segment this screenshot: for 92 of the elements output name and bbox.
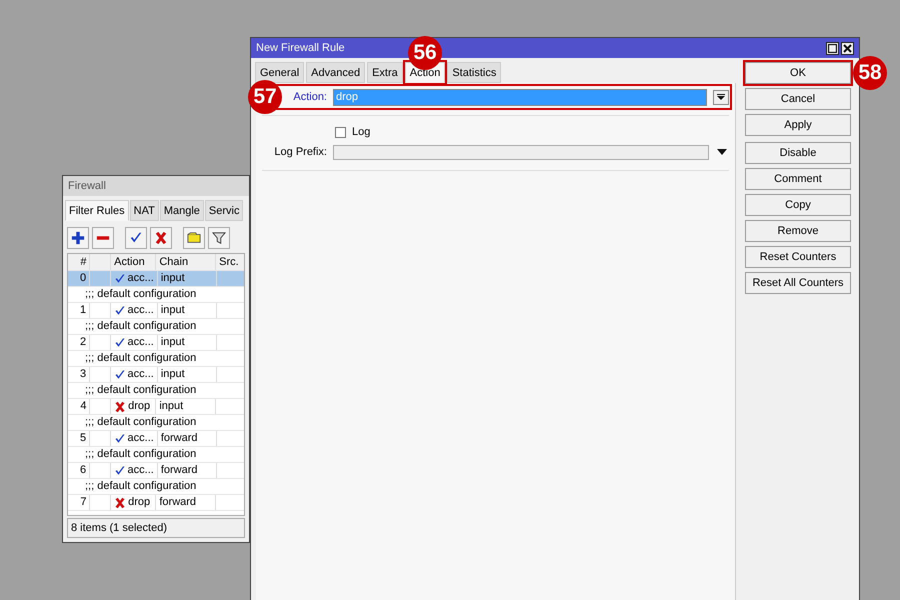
table-cell: forward (158, 463, 217, 478)
table-cell: drop (128, 495, 150, 510)
comment-row: ;;; default configuration (68, 319, 244, 335)
dialog-button[interactable]: Cancel (745, 88, 851, 110)
column-header[interactable]: Chain (156, 254, 216, 270)
checkmark-icon (114, 304, 126, 316)
table-cell: acc... (128, 431, 154, 446)
table-cell: 6 (68, 463, 90, 478)
tab[interactable]: General (255, 62, 304, 83)
table-cell: 0 (68, 271, 90, 286)
cross-icon (114, 496, 126, 508)
column-header[interactable]: # (68, 254, 90, 270)
checkmark-icon (114, 432, 126, 444)
toolbar-button[interactable] (183, 227, 205, 249)
tab[interactable]: Servic (204, 200, 244, 221)
checkmark-icon (114, 272, 126, 284)
table-cell: acc... (128, 367, 154, 382)
checkmark-icon (129, 231, 143, 245)
toolbar-button[interactable] (67, 227, 89, 249)
table-cell: 4 (68, 399, 90, 414)
table-cell: input (158, 367, 217, 382)
table-cell: input (158, 303, 217, 318)
comment-row: ;;; default configuration (68, 351, 244, 367)
dialog-button[interactable]: Copy (745, 194, 851, 216)
comment-row: ;;; default configuration (68, 415, 244, 431)
tab[interactable]: Advanced (306, 62, 366, 83)
cross-icon (154, 231, 168, 245)
dialog-button[interactable]: Reset All Counters (745, 272, 851, 294)
table-cell: 1 (68, 303, 90, 318)
dialog-button[interactable]: Comment (745, 168, 851, 190)
toolbar-button[interactable] (92, 227, 114, 249)
table-cell: drop (128, 399, 150, 414)
table-row[interactable]: 7 drop forward (68, 495, 244, 511)
table-cell: 3 (68, 367, 90, 382)
column-header[interactable]: Action (111, 254, 156, 270)
window-title: New Firewall Rule (256, 42, 345, 54)
caret-icon[interactable] (717, 149, 727, 155)
table-row[interactable]: 0 acc... input (68, 271, 244, 287)
table-cell: 7 (68, 495, 90, 510)
maximize-button[interactable] (826, 42, 839, 54)
plus-icon (71, 231, 85, 245)
toolbar-button[interactable] (125, 227, 147, 249)
comment-row: ;;; default configuration (68, 287, 244, 303)
table-row[interactable]: 6 acc... forward (68, 463, 244, 479)
tab[interactable]: Extra (367, 62, 403, 83)
tab[interactable]: Filter Rules (65, 200, 129, 221)
callout-badge: 58 (853, 56, 887, 90)
checkmark-icon (114, 368, 126, 380)
dialog-button[interactable]: Apply (745, 114, 851, 136)
comment-row: ;;; default configuration (68, 479, 244, 495)
table-row[interactable]: 1 acc... input (68, 303, 244, 319)
table-cell: 2 (68, 335, 90, 350)
caret-icon (717, 93, 725, 101)
dialog-button[interactable]: OK (745, 62, 851, 84)
window-title: Firewall (63, 176, 249, 196)
checkbox[interactable] (335, 126, 346, 138)
close-button[interactable] (841, 42, 854, 54)
table-cell: forward (156, 495, 216, 510)
dialog-button[interactable]: Remove (745, 220, 851, 242)
table-cell: 5 (68, 431, 90, 446)
table-row[interactable]: 4 drop input (68, 399, 244, 415)
checkbox-label: Log (352, 126, 370, 138)
dialog-button[interactable]: Reset Counters (745, 246, 851, 268)
toolbar-button[interactable] (208, 227, 230, 249)
comment-row: ;;; default configuration (68, 447, 244, 463)
table-cell: input (156, 399, 216, 414)
field-label: Action: (293, 91, 327, 103)
table-row[interactable]: 2 acc... input (68, 335, 244, 351)
table-cell: input (158, 335, 217, 350)
status-bar: 8 items (1 selected) (67, 518, 245, 538)
table-cell: forward (158, 431, 217, 446)
table-row[interactable]: 5 acc... forward (68, 431, 244, 447)
tab[interactable]: NAT (130, 200, 159, 221)
field-label: Log Prefix: (274, 146, 327, 158)
dialog-button[interactable]: Disable (745, 142, 851, 164)
filter-icon (212, 231, 226, 245)
tab[interactable]: Mangle (160, 200, 204, 221)
dropdown-button[interactable] (713, 90, 729, 104)
comment-row: ;;; default configuration (68, 383, 244, 399)
table-cell: acc... (128, 303, 154, 318)
table-cell: acc... (128, 463, 154, 478)
column-header[interactable]: Src. (216, 254, 244, 270)
tab[interactable]: Statistics (447, 62, 502, 83)
toolbar-button[interactable] (150, 227, 172, 249)
table-cell: acc... (128, 271, 154, 286)
table-cell: input (158, 271, 217, 286)
checkmark-icon (114, 336, 126, 348)
cross-icon (114, 400, 126, 412)
log-prefix-field[interactable] (333, 144, 709, 160)
table-row[interactable]: 3 acc... input (68, 367, 244, 383)
checkmark-icon (114, 464, 126, 476)
table-cell: acc... (128, 335, 154, 350)
